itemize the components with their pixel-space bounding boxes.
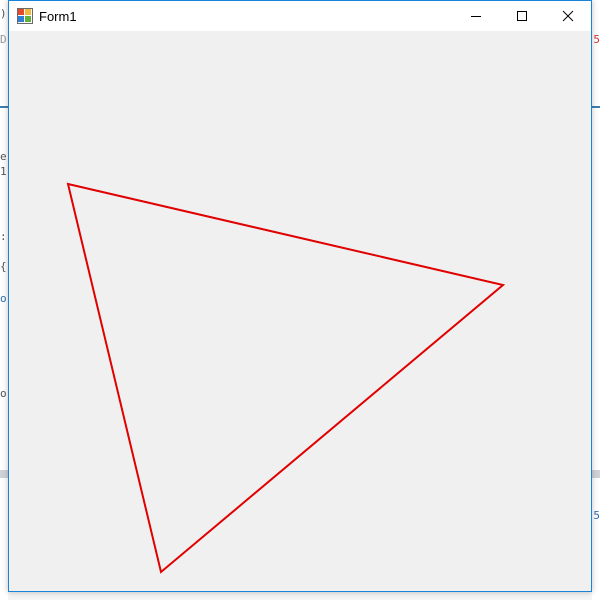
maximize-icon <box>517 11 527 21</box>
ide-divider-right <box>592 106 600 108</box>
ide-text-fragment: ) <box>0 7 7 20</box>
ide-text-fragment: e <box>0 150 7 163</box>
ide-text-fragment: : <box>0 230 7 243</box>
minimize-button[interactable] <box>453 1 499 31</box>
ide-band-right <box>592 470 600 478</box>
drawing-canvas <box>66 182 506 574</box>
ide-text-fragment: { <box>0 260 7 273</box>
minimize-icon <box>471 16 481 17</box>
ide-divider-left <box>0 106 8 108</box>
form-client-area[interactable] <box>9 31 591 591</box>
ide-text-fragment: 1 <box>0 165 7 178</box>
ide-text-fragment: o <box>0 387 7 400</box>
maximize-button[interactable] <box>499 1 545 31</box>
close-icon <box>562 10 574 22</box>
ide-band-left <box>0 470 8 478</box>
ide-text-fragment: D <box>0 33 7 46</box>
close-button[interactable] <box>545 1 591 31</box>
ide-text-fragment: 5 <box>593 509 600 522</box>
red-triangle-shape <box>66 182 506 574</box>
form-app-icon[interactable] <box>17 8 33 24</box>
ide-text-fragment: 5 <box>593 33 600 46</box>
ide-text-fragment: o <box>0 292 7 305</box>
window-title: Form1 <box>39 8 77 24</box>
title-bar[interactable]: Form1 <box>9 1 591 31</box>
form-window: Form1 <box>8 0 592 592</box>
